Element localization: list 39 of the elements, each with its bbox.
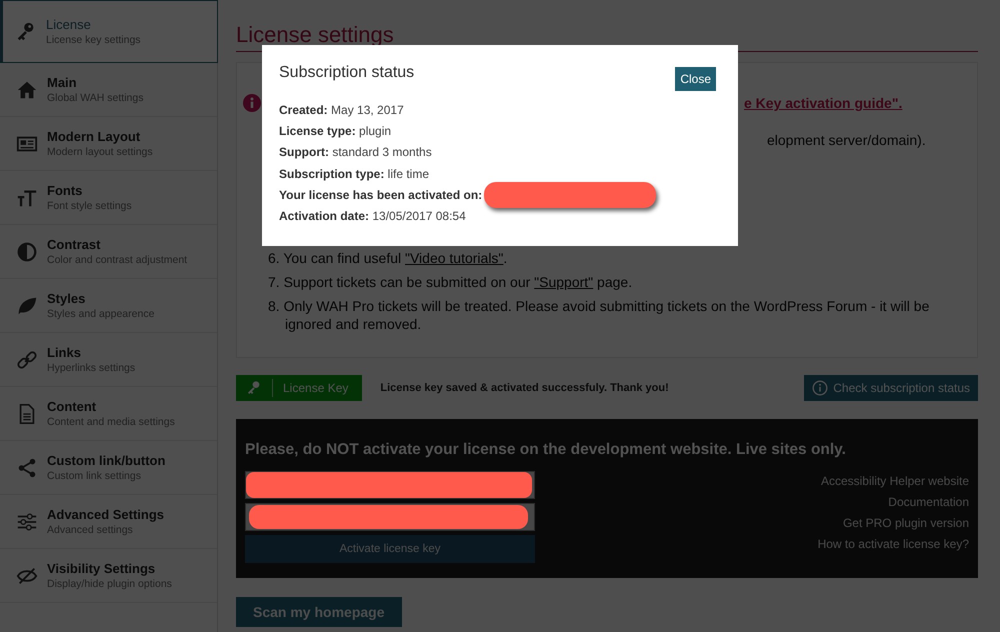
share-icon — [16, 456, 38, 478]
item-title: Modern Layout — [47, 128, 142, 144]
check-subscription-button[interactable]: Check subscription status — [804, 375, 978, 401]
status-line: Support: standard 3 months — [279, 145, 432, 160]
modal-title: Subscription status — [279, 64, 414, 82]
item-title: Styles — [47, 290, 86, 306]
warning-text: Please, do NOT activate your license on the development website. Live sites only. — [245, 441, 847, 459]
item-title: Fonts — [47, 182, 84, 198]
info-icon — [812, 380, 828, 396]
item-title: Links — [47, 344, 82, 360]
close-button[interactable]: Close — [675, 67, 716, 91]
key-icon — [246, 380, 262, 396]
status-line: Subscription type: life time — [279, 166, 430, 181]
guide-link[interactable]: e Key activation guide". — [744, 94, 902, 112]
status-line: Created: May 13, 2017 — [279, 102, 404, 117]
status-line: License type: plugin — [279, 124, 392, 138]
item-title: License — [46, 16, 92, 32]
status-line: Activation date: 13/05/2017 08:54 — [279, 209, 466, 224]
link-icon — [16, 348, 38, 370]
license-field[interactable] — [245, 503, 535, 531]
item-title: Contrast — [47, 236, 102, 252]
item-title: Visibility Settings — [47, 560, 156, 576]
activate-button[interactable]: Activate license key — [245, 535, 535, 563]
contrast-icon — [16, 240, 38, 262]
success-message: License key saved & activated successfuly. Thank you! — [380, 382, 670, 394]
status-line: Your license has been activated on: — [279, 188, 482, 202]
list-item: 7. Support tickets can be submitted on our "Support" page. — [267, 273, 634, 291]
list-item: 8. Only WAH Pro tickets will be treated. Please avoid submitting tickets on the WordPress Forum - it will be ignored and removed. — [267, 297, 930, 333]
item-title: Main — [47, 74, 78, 90]
item-title: Custom link/button — [47, 452, 166, 468]
license-key-button[interactable]: License Key — [236, 375, 362, 401]
item-title: Advanced Settings — [47, 506, 164, 522]
inline-link[interactable]: "Support" — [534, 274, 594, 290]
scan-button[interactable]: Scan my homepage — [236, 597, 402, 627]
list-item: 6. You can find useful "Video tutorials". — [267, 249, 508, 267]
list-item-text: elopment server/domain). — [767, 131, 926, 150]
inline-link[interactable]: "Video tutorials" — [405, 250, 504, 266]
item-title: Content — [47, 398, 98, 414]
sliders-icon — [16, 510, 38, 532]
